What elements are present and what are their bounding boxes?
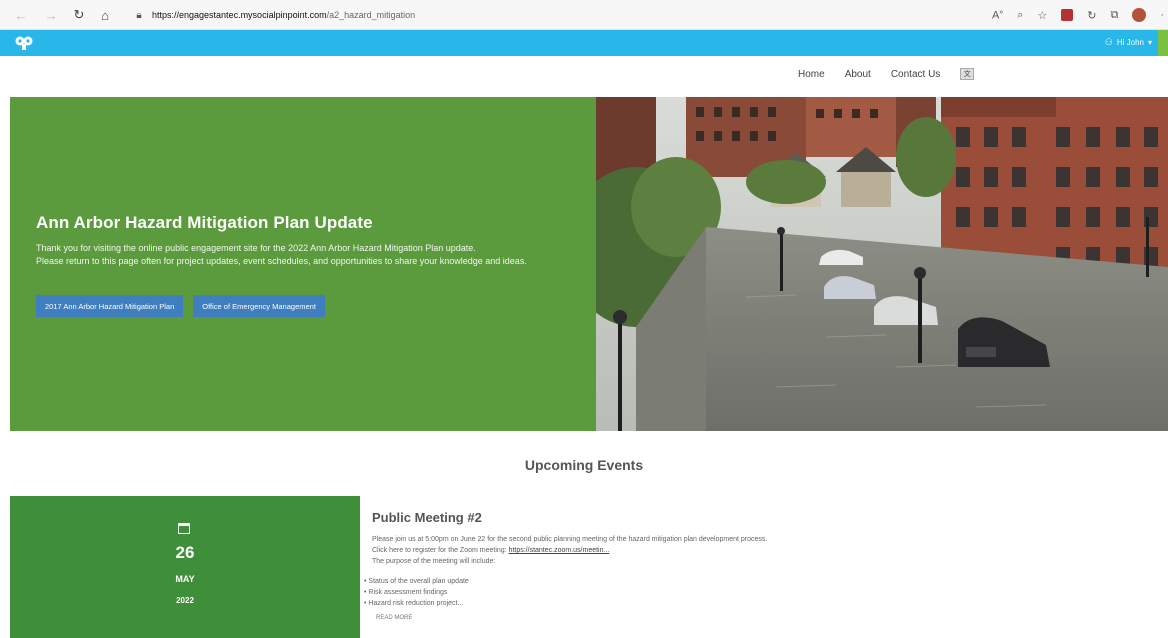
hero-panel: Ann Arbor Hazard Mitigation Plan Update …: [10, 97, 596, 431]
event-details: Public Meeting #2 Please join us at 5:00…: [372, 510, 1152, 567]
calendar-icon: [178, 523, 190, 534]
url-host: https://engagestantec.mysocialpinpoint.c…: [152, 10, 327, 20]
emergency-management-button[interactable]: Office of Emergency Management: [193, 295, 325, 317]
hero-title: Ann Arbor Hazard Mitigation Plan Update: [36, 213, 373, 232]
flooded-street-illustration: [596, 97, 1168, 431]
event-purpose-line: The purpose of the meeting will include:: [372, 558, 496, 565]
nav-home[interactable]: Home: [798, 69, 825, 80]
hero-text-line-1: Thank you for visiting the online public…: [36, 243, 476, 253]
event-bullets: Status of the overall plan update Risk a…: [364, 576, 469, 609]
address-bar[interactable]: 🔒︎ https://engagestantec.mysocialpinpoin…: [132, 5, 952, 25]
browser-toolbar: ← → ↻ ⌂ 🔒︎ https://engagestantec.mysocia…: [0, 0, 1168, 30]
read-more-link[interactable]: READ MORE: [376, 615, 412, 621]
lock-icon: 🔒︎: [136, 9, 142, 21]
read-aloud-icon[interactable]: A»: [992, 9, 1003, 22]
forward-icon[interactable]: →: [40, 4, 62, 26]
main-nav: Home About Contact Us 文: [798, 68, 975, 80]
event-zoom-line: Click here to register for the Zoom meet…: [372, 545, 1152, 556]
user-greeting: Hi John: [1116, 38, 1144, 47]
help-tab[interactable]: [1158, 30, 1168, 56]
hero-flood-image: [596, 97, 1168, 431]
refresh-extension-icon[interactable]: ↻: [1087, 9, 1096, 22]
hazard-plan-2017-button[interactable]: 2017 Ann Arbor Hazard Mitigation Plan: [36, 295, 184, 317]
event-bullet-item: Status of the overall plan update: [364, 576, 468, 587]
translate-icon[interactable]: 文: [960, 68, 975, 80]
zoom-icon[interactable]: ⌕: [1017, 9, 1023, 22]
read-aloud-sup: »: [999, 8, 1004, 16]
user-menu[interactable]: ⚇ Hi John ▾: [1105, 37, 1152, 48]
profile-avatar[interactable]: [1132, 8, 1147, 22]
chevron-down-icon: ▾: [1147, 38, 1152, 47]
refresh-icon[interactable]: ↻: [68, 4, 90, 26]
user-icon: ⚇: [1104, 37, 1113, 47]
event-title[interactable]: Public Meeting #2: [372, 510, 1152, 525]
nav-about[interactable]: About: [845, 69, 871, 80]
site-header-bar: ⚇ Hi John ▾: [0, 30, 1168, 56]
site-logo-icon[interactable]: [14, 35, 34, 51]
event-year: 2022: [176, 596, 194, 605]
hero-buttons: 2017 Ann Arbor Hazard Mitigation Plan Of…: [36, 295, 325, 317]
event-description-line: Please join us at 5:00pm on June 22 for …: [372, 536, 768, 543]
hero-text-line-2: Please return to this page often for pro…: [36, 255, 527, 266]
event-day: 26: [175, 543, 195, 562]
zoom-prefix: Click here to register for the Zoom meet…: [372, 547, 509, 554]
favorite-icon[interactable]: ☆: [1037, 9, 1047, 22]
nav-contact-us[interactable]: Contact Us: [891, 69, 940, 80]
event-month: MAY: [175, 574, 195, 584]
event-bullet-item: Hazard risk reduction project...: [364, 598, 469, 609]
upcoming-events-heading: Upcoming Events: [524, 457, 644, 473]
extension-icon[interactable]: [1061, 9, 1074, 21]
back-icon[interactable]: ←: [10, 4, 32, 26]
url-path: /a2_hazard_mitigation: [326, 10, 416, 20]
more-icon[interactable]: ·: [1160, 9, 1164, 21]
home-icon[interactable]: ⌂: [94, 4, 116, 26]
hero-description: Thank you for visiting the online public…: [36, 242, 576, 267]
collections-icon[interactable]: ⧉: [1110, 9, 1118, 22]
browser-tools: A» ⌕ ☆ ↻ ⧉ ·: [992, 5, 1164, 25]
event-date-panel: 26 MAY 2022: [10, 496, 360, 638]
event-bullet-item: Risk assessment findings: [364, 587, 469, 598]
zoom-meeting-link[interactable]: https://stantec.zoom.us/meetin...: [509, 547, 610, 554]
